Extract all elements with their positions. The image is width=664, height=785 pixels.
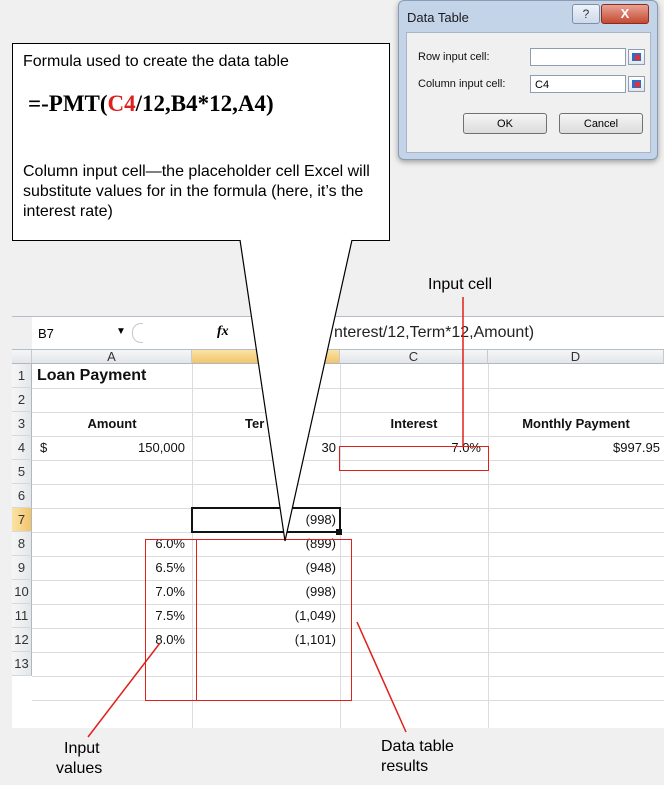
label-input-values: Input — [64, 740, 100, 757]
label-data-table-results-line2: results — [381, 758, 429, 775]
label-data-table-results: Data table — [381, 738, 454, 755]
label-input-cell: Input cell — [428, 276, 493, 293]
label-input-values-line2: values — [56, 760, 103, 777]
annotation-leader-lines — [87, 239, 464, 738]
